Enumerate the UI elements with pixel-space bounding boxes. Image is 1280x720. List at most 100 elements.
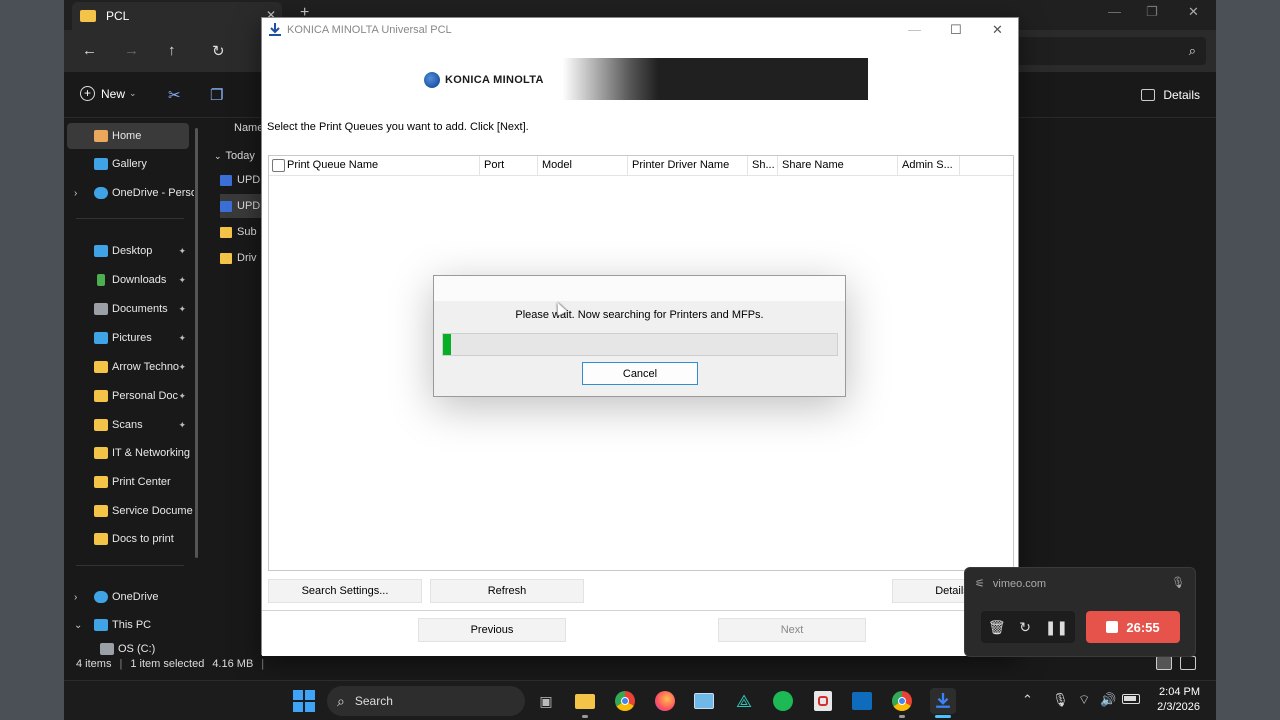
sidebar-item-pictures[interactable]: Pictures ✦ <box>64 325 194 351</box>
column-divider[interactable] <box>777 156 778 176</box>
taskbar-search[interactable]: ⌕ Search <box>327 686 525 716</box>
pin-icon: ✦ <box>178 245 186 256</box>
details-view-icon[interactable] <box>1156 656 1172 670</box>
column-divider[interactable] <box>479 156 480 176</box>
column-header-name[interactable]: Name <box>234 122 263 134</box>
new-button[interactable]: + New ⌄ <box>80 86 137 101</box>
back-icon[interactable]: ← <box>82 42 97 59</box>
sidebar-item-print-center[interactable]: Print Center <box>64 469 194 495</box>
refresh-button[interactable]: Refresh <box>430 579 584 603</box>
sidebar-item-gallery[interactable]: Gallery <box>64 151 194 177</box>
sidebar-item-desktop[interactable]: Desktop ✦ <box>64 238 194 264</box>
chevron-right-icon[interactable]: › <box>74 188 77 199</box>
microphone-icon[interactable]: 🎙 <box>1052 692 1069 708</box>
column-header[interactable]: Admin S... <box>902 159 953 171</box>
sidebar-item-arrow-techno[interactable]: Arrow Techno ✦ <box>64 354 194 380</box>
forward-icon[interactable]: → <box>124 42 139 59</box>
pause-icon[interactable]: ❚❚ <box>1045 619 1068 636</box>
firefox-icon[interactable] <box>653 689 677 713</box>
refresh-icon[interactable]: ↻ <box>212 42 225 60</box>
chrome-icon[interactable] <box>613 689 637 713</box>
pin-icon: ✦ <box>178 390 186 401</box>
chrome-profile-icon[interactable] <box>890 689 914 713</box>
sidebar-item-this-pc[interactable]: ⌄ This PC <box>64 612 194 638</box>
next-button[interactable]: Next <box>718 618 866 642</box>
spotify-icon[interactable] <box>771 689 795 713</box>
minimize-icon[interactable]: — <box>1108 4 1121 19</box>
column-divider[interactable] <box>897 156 898 176</box>
installer-file-icon <box>220 174 232 186</box>
sidebar-item-scans[interactable]: Scans ✦ <box>64 412 194 438</box>
volume-icon[interactable]: 🔊 <box>1100 692 1116 708</box>
installer-taskbar-icon[interactable] <box>930 688 956 714</box>
sidebar-item-docs-to-print[interactable]: Docs to print <box>64 526 194 552</box>
column-divider[interactable] <box>537 156 538 176</box>
sidebar-item-documents[interactable]: Documents ✦ <box>64 296 194 322</box>
windows-start-icon[interactable] <box>292 689 316 713</box>
cloud-icon <box>94 187 108 199</box>
wifi-icon[interactable]: ⌔ <box>1078 692 1090 708</box>
sidebar-item-label: IT & Networking <box>112 447 191 459</box>
column-header[interactable]: Print Queue Name <box>287 159 378 171</box>
sidebar-item-service-docume[interactable]: Service Docume <box>64 498 194 524</box>
sidebar-item-home[interactable]: Home <box>67 123 189 149</box>
system-clock[interactable]: 2:04 PM 2/3/2026 <box>1157 685 1200 715</box>
copy-icon[interactable]: ❐ <box>210 86 223 104</box>
select-all-checkbox[interactable] <box>272 159 285 172</box>
download-icon <box>269 23 281 36</box>
sidebar-item-onedrive[interactable]: › OneDrive <box>64 584 194 610</box>
trash-icon[interactable]: 🗑 <box>988 619 1006 636</box>
column-divider[interactable] <box>959 156 960 176</box>
sidebar-item-label: Desktop <box>112 245 153 257</box>
status-bar: 4 items | 1 item selected 4.16 MB | <box>76 658 272 670</box>
search-settings-button[interactable]: Search Settings... <box>268 579 422 603</box>
cut-icon[interactable]: ✂ <box>168 86 181 104</box>
microphone-icon[interactable]: 🎙 <box>1171 576 1185 589</box>
sidebar-item-label: OneDrive <box>112 591 159 603</box>
column-header[interactable]: Port <box>484 159 504 171</box>
sidebar-item-label: OS (C:) <box>118 643 156 655</box>
minimize-icon[interactable]: — <box>908 22 921 37</box>
settings-sliders-icon[interactable]: ⚟ <box>975 577 985 590</box>
sidebar-item-it-networking[interactable]: IT & Networking <box>64 440 194 466</box>
stop-recording-button[interactable]: 26:55 <box>1086 611 1180 643</box>
battery-icon[interactable] <box>1122 692 1140 704</box>
tiles-view-icon[interactable] <box>1180 656 1196 670</box>
sidebar-item-os-c[interactable]: OS (C:) <box>64 640 194 658</box>
progress-bar <box>442 333 838 356</box>
sidebar-item-onedrive-personal[interactable]: › OneDrive - Perso <box>64 180 194 206</box>
column-header[interactable]: Share Name <box>782 159 844 171</box>
scrollbar[interactable] <box>195 128 198 558</box>
photos-icon[interactable] <box>692 689 716 713</box>
arrow-app-icon[interactable]: ⟁ <box>732 689 756 713</box>
group-header-today[interactable]: ⌄ Today <box>214 150 255 162</box>
sidebar-item-personal-doc[interactable]: Personal Doc ✦ <box>64 383 194 409</box>
sidebar-item-downloads[interactable]: Downloads ✦ <box>64 267 194 293</box>
cancel-button[interactable]: Cancel <box>582 362 698 385</box>
details-button[interactable]: Details <box>1141 88 1200 102</box>
column-header[interactable]: Sh... <box>752 159 775 171</box>
close-icon[interactable]: ✕ <box>1188 4 1199 20</box>
acrobat-icon[interactable] <box>811 689 835 713</box>
chevron-down-icon[interactable]: ⌄ <box>74 620 82 631</box>
task-view-icon[interactable]: ▣ <box>534 689 558 713</box>
maximize-icon[interactable]: ☐ <box>950 22 962 38</box>
column-divider[interactable] <box>627 156 628 176</box>
close-icon[interactable]: ✕ <box>992 22 1003 38</box>
brand-banner: KONICA MINOLTA <box>412 58 868 100</box>
chevron-right-icon[interactable]: › <box>74 592 77 603</box>
up-icon[interactable]: ↑ <box>168 42 176 59</box>
pin-icon: ✦ <box>178 332 186 343</box>
restore-icon[interactable]: ❐ <box>1146 4 1158 20</box>
column-divider[interactable] <box>747 156 748 176</box>
chevron-up-icon[interactable]: ⌃ <box>1022 692 1033 708</box>
explorer-search-box[interactable]: ⌕ <box>1006 37 1206 65</box>
restart-icon[interactable]: ↻ <box>1019 619 1031 636</box>
column-header[interactable]: Model <box>542 159 572 171</box>
running-indicator <box>582 715 588 718</box>
column-header[interactable]: Printer Driver Name <box>632 159 729 171</box>
file-explorer-icon[interactable] <box>573 689 597 713</box>
explorer-tab[interactable]: PCL ✕ <box>72 2 282 30</box>
outlook-icon[interactable] <box>850 689 874 713</box>
previous-button[interactable]: Previous <box>418 618 566 642</box>
